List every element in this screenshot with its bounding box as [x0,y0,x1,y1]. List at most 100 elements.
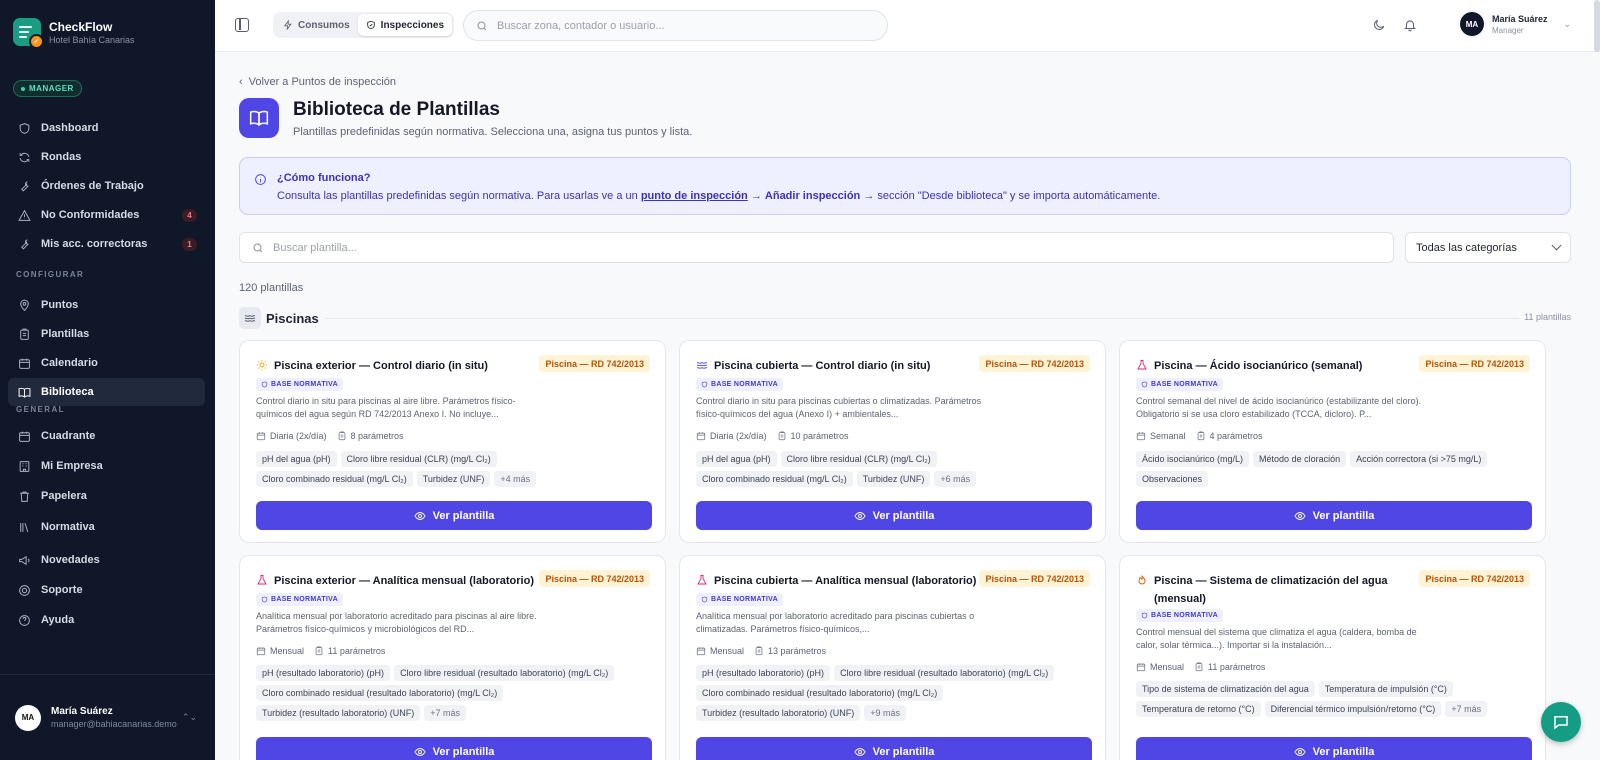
parameter-chip: Tipo de sistema de climatización del agu… [1136,681,1315,697]
sidebar-item-plantillas[interactable]: Plantillas [8,320,205,348]
card-title: Piscina — Sistema de climatización del a… [1154,575,1388,605]
clipboard-icon [755,646,763,656]
count-badge: 1 [182,237,197,251]
section-title: Piscinas [266,311,319,326]
chevron-down-icon [1551,240,1562,251]
sidebar-item-no-conformidades[interactable]: No Conformidades 4 [8,201,205,229]
sidebar-item-label: Puntos [41,299,79,311]
help-circle-icon [19,614,30,626]
shield-icon [261,596,268,603]
sidebar-item-rondas[interactable]: Rondas [8,143,205,171]
count-badge: 4 [182,208,197,222]
link-anadir-inspeccion[interactable]: Añadir inspección [765,190,860,202]
sidebar-user[interactable]: MA María Suárez manager@bahiacanarias.de… [0,674,215,760]
parameter-chip: Cloro combinado residual (mg/L Cl₂) [696,471,853,487]
brand[interactable]: ✓ CheckFlow Hotel Bahía Canarias [13,18,135,49]
moon-icon[interactable] [1372,18,1386,32]
chat-button[interactable] [1541,702,1581,742]
clipboard-icon [1197,431,1204,441]
clipboard-icon [778,431,785,441]
global-search-input[interactable]: Buscar zona, contador o usuario... [463,10,888,41]
parameter-chip: Método de cloración [1253,451,1347,467]
parameter-chip: Temperatura de impulsión (°C) [1318,681,1453,697]
category-tag: Piscina — RD 742/2013 [1419,570,1530,587]
base-normativa-badge: BASE NORMATIVA [1136,378,1223,391]
parameter-chip: Turbidez (UNF) [416,471,491,487]
parameter-chip: Turbidez (resultado laboratorio) (UNF) [256,705,421,721]
module-switch: Consumos Inspecciones [273,12,455,38]
info-icon [255,174,266,185]
more-chip: +7 más [424,705,466,721]
parameter-chips: Ácido isocianúrico (mg/L) Método de clora… [1136,451,1536,487]
sidebar-item-biblioteca[interactable]: Biblioteca [8,378,205,406]
parameter-chip: Cloro libre residual (CLR) (mg/L Cl₂) [780,451,937,467]
template-count: 120 plantillas [239,282,304,294]
sidebar-item-dashboard[interactable]: Dashboard [8,114,205,142]
chevron-updown-icon[interactable]: ⌃⌄ [182,712,197,723]
calendar-icon [1136,432,1146,441]
view-template-button[interactable]: Ver plantilla [256,737,652,760]
parameter-chip: Turbidez (resultado laboratorio) (UNF) [696,705,861,721]
user-email: manager@bahiacanarias.demo [51,719,177,729]
card-meta: Mensual 11 parámetros [256,646,385,656]
calendar-icon [256,647,266,656]
parameter-chips: pH (resultado laboratorio) (pH) Cloro lib… [696,665,1096,721]
card-title: Piscina exterior — Analítica mensual (la… [274,575,534,587]
user-menu[interactable]: MA María Suárez Manager ⌄ [1460,12,1571,36]
sidebar-item-papelera[interactable]: Papelera [8,482,205,510]
flask-icon [697,575,707,585]
view-template-button[interactable]: Ver plantilla [696,501,1092,530]
link-punto-inspeccion[interactable]: punto de inspección [641,190,748,202]
sidebar-item-ayuda[interactable]: Ayuda [8,606,205,634]
calendar-icon [1136,663,1146,672]
sidebar-item-novedades[interactable]: Novedades [8,546,205,574]
chevron-down-icon: ⌄ [1563,18,1572,29]
sidebar-item-normativa[interactable]: Normativa [8,513,205,541]
back-link[interactable]: ‹ Volver a Puntos de inspección [239,76,396,88]
sidebar-item-ordenes-de-trabajo[interactable]: Órdenes de Trabajo [8,172,205,200]
refresh-icon [19,152,30,162]
view-template-button[interactable]: Ver plantilla [1136,501,1532,530]
sidebar-item-puntos[interactable]: Puntos [8,291,205,319]
sidebar-toggle-icon[interactable] [235,18,249,32]
sidebar-item-label: Biblioteca [41,386,94,398]
avatar: MA [15,704,41,731]
frequency: Diaria (2x/día) [710,431,767,441]
sidebar-item-mi-empresa[interactable]: Mi Empresa [8,452,205,480]
frequency: Mensual [270,646,305,656]
base-normativa-badge: BASE NORMATIVA [256,593,343,606]
sidebar-item-label: Mi Empresa [41,460,103,472]
template-card: Piscina — Sistema de climatización del a… [1119,555,1546,760]
view-template-button[interactable]: Ver plantilla [256,501,652,530]
parameter-chips: pH del agua (pH) Cloro libre residual (CL… [696,451,1096,487]
scrollbar[interactable] [1594,0,1600,52]
card-meta: Semanal 4 parámetros [1136,431,1263,441]
category-tag: Piscina — RD 742/2013 [539,570,650,587]
sidebar-item-soporte[interactable]: Soporte [8,576,205,604]
calendar-icon [696,432,706,441]
parameter-chip: pH (resultado laboratorio) (pH) [696,665,831,681]
sidebar-item-label: Órdenes de Trabajo [41,180,144,192]
library-icon [20,522,29,532]
sidebar-item-label: Papelera [41,490,87,502]
page-title: Biblioteca de Plantillas [293,99,500,120]
sidebar-item-mis-acc-correctoras[interactable]: Mis acc. correctoras 1 [8,230,205,258]
bell-icon[interactable] [1403,18,1417,32]
card-description: Analítica mensual por laboratorio acredi… [256,611,537,634]
page-subtitle: Plantillas predefinidas según normativa.… [293,126,693,138]
lifebuoy-icon [19,584,30,596]
sidebar-item-cuadrante[interactable]: Cuadrante [8,422,205,450]
frequency: Semanal [1150,431,1186,441]
template-search-input[interactable]: Buscar plantilla... [239,232,1394,263]
tab-consumos[interactable]: Consumos [275,14,358,36]
view-template-button[interactable]: Ver plantilla [1136,737,1532,760]
category-select[interactable]: Todas las categorías [1405,232,1571,263]
parameter-count: 10 parámetros [790,431,849,441]
tab-inspecciones[interactable]: Inspecciones [357,14,453,36]
info-text: Consulta las plantillas predefinidas seg… [277,190,1161,202]
wrench-icon [21,238,29,250]
view-template-button[interactable]: Ver plantilla [696,737,1092,760]
sidebar-item-calendario[interactable]: Calendario [8,349,205,377]
checkflow-logo-icon: ✓ [13,18,44,49]
parameter-count: 4 parámetros [1209,431,1263,441]
